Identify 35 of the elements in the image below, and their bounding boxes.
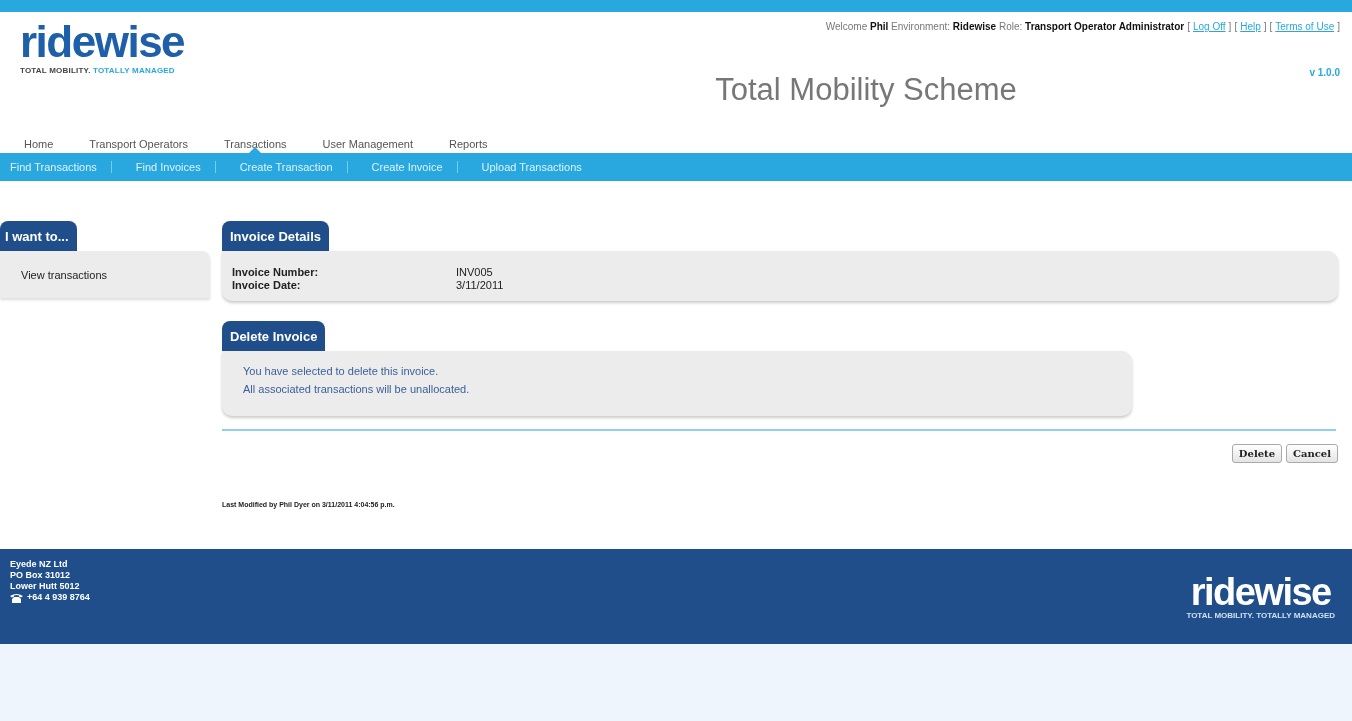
logo-tagline: TOTAL MOBILITY. TOTALLY MANAGED [20, 66, 176, 75]
nav-tab[interactable]: Transport Operators [89, 138, 188, 153]
action-button[interactable]: Delete [1231, 444, 1283, 463]
nav-tab[interactable]: User Management [322, 138, 414, 153]
field-value: INV005 [456, 266, 493, 279]
message-text: You have selected to delete this invoice. [243, 364, 440, 379]
nav-tab[interactable]: Transactions [224, 138, 287, 153]
field-label: Invoice Number: [232, 266, 320, 279]
address-line: Eyede NZ Ltd [10, 559, 69, 570]
address-line: Lower Hutt 5012 [10, 581, 81, 592]
user-info: Welcome Phil Environment: Ridewise Role: Transport Operator Administrator [825, 21, 1185, 32]
ridewise-logo: ridewise [20, 20, 186, 64]
panel-heading: Delete Invoice [222, 321, 326, 351]
action-button[interactable]: Cancel [1286, 444, 1338, 463]
panel-heading: Invoice Details [222, 221, 330, 251]
panel-heading: I want to... [0, 221, 77, 251]
bracket: [ [1234, 21, 1238, 32]
version-label: v 1.0.0 [1308, 67, 1340, 78]
ridewise-logo: ridewise [1189, 573, 1332, 611]
logo-tagline: TOTAL MOBILITY. TOTALLY MANAGED [1186, 611, 1335, 620]
nav-tab[interactable]: Reports [449, 138, 488, 153]
sidebar-link[interactable]: View transactions [21, 269, 107, 281]
address-line: PO Box 31012 [10, 570, 72, 581]
phone-number: +64 4 939 8764 [27, 592, 90, 603]
bracket: [ [1269, 21, 1273, 32]
bracket: [ [1187, 21, 1190, 32]
bracket: ] [1337, 21, 1340, 32]
nav-tab[interactable]: Home [24, 138, 54, 153]
message-text: All associated transactions will be unallocated. [243, 382, 471, 397]
bracket: ] [1263, 21, 1267, 32]
field-label: Invoice Date: [232, 279, 302, 292]
page-title: Total Mobility Scheme [715, 72, 1017, 109]
field-value: 3/11/2011 [456, 279, 504, 292]
phone-icon [10, 592, 23, 603]
bracket: ] [1228, 21, 1232, 32]
